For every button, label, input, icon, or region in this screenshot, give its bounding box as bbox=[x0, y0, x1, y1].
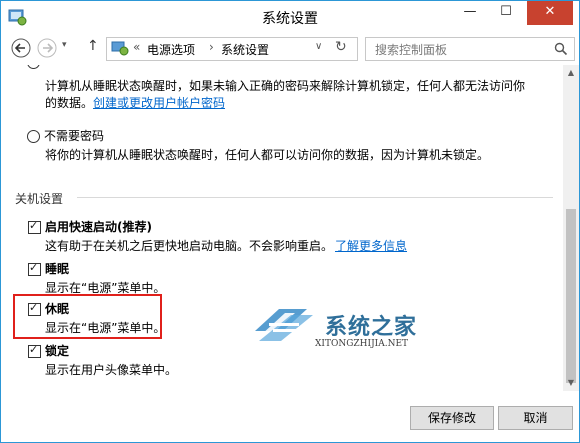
forward-button[interactable] bbox=[37, 38, 57, 58]
hibernate-label[interactable]: 休眠 bbox=[45, 300, 69, 317]
breadcrumb-system-settings[interactable]: 系统设置 bbox=[221, 41, 269, 58]
lock-checkbox[interactable]: ✓ bbox=[28, 343, 41, 358]
checkmark-icon: ✓ bbox=[29, 301, 39, 314]
sleep-label[interactable]: 睡眠 bbox=[45, 260, 69, 277]
watermark-english-text: XITONGZHIJIA.NET bbox=[315, 339, 409, 349]
fast-startup-checkbox[interactable]: ✓ bbox=[28, 219, 41, 234]
watermark-logo: 系统之家 XITONGZHIJIA.NET bbox=[251, 301, 451, 361]
shutdown-section-title: 关机设置 bbox=[15, 192, 64, 206]
search-icon[interactable] bbox=[554, 42, 568, 56]
section-divider bbox=[77, 197, 553, 198]
refresh-icon[interactable]: ↻ bbox=[335, 39, 347, 55]
fast-startup-label[interactable]: 启用快速启动(推荐) bbox=[45, 218, 152, 235]
watermark-chinese-text: 系统之家 bbox=[325, 315, 418, 340]
scroll-up-icon[interactable]: ▲ bbox=[566, 68, 576, 78]
address-bar[interactable]: « 电源选项 › 系统设置 ∨ ↻ bbox=[106, 37, 358, 61]
window: 系统设置 — ☐ ✕ ▾ ↑ « 电源选项 › 系统设置 ∨ ↻ 搜索控制面板 … bbox=[0, 0, 580, 443]
lock-description: 显示在用户头像菜单中。 bbox=[45, 363, 178, 377]
save-button[interactable]: 保存修改 bbox=[410, 406, 494, 430]
password-description-line1: 计算机从睡眠状态唤醒时，如果未输入正确的密码来解除计算机锁定，任何人都无法访问你 bbox=[45, 79, 526, 93]
up-button[interactable]: ↑ bbox=[87, 38, 99, 54]
no-password-radio[interactable] bbox=[27, 130, 40, 143]
breadcrumb-power-options[interactable]: 电源选项 bbox=[147, 41, 195, 58]
search-input[interactable]: 搜索控制面板 bbox=[365, 37, 575, 61]
hibernate-description: 显示在“电源”菜单中。 bbox=[45, 321, 166, 335]
scroll-thumb[interactable] bbox=[566, 209, 576, 383]
vertical-scrollbar[interactable]: ▲ ▼ bbox=[563, 65, 579, 391]
navigation-bar: ▾ ↑ « 电源选项 › 系统设置 ∨ ↻ 搜索控制面板 bbox=[1, 34, 579, 64]
checkmark-icon: ✓ bbox=[29, 343, 39, 356]
learn-more-link[interactable]: 了解更多信息 bbox=[335, 237, 407, 254]
checkmark-icon: ✓ bbox=[29, 261, 39, 274]
sleep-checkbox[interactable]: ✓ bbox=[28, 261, 41, 276]
lock-label[interactable]: 锁定 bbox=[45, 342, 69, 359]
overflow-icon[interactable]: « bbox=[133, 40, 140, 54]
fast-startup-description: 这有助于在关机之后更快地启动电脑。不会影响重启。 bbox=[45, 239, 334, 253]
breadcrumb-separator-icon[interactable]: › bbox=[209, 40, 214, 54]
scroll-down-icon[interactable]: ▼ bbox=[566, 378, 576, 388]
footer-bar: 保存修改 取消 bbox=[1, 391, 579, 442]
checkmark-icon: ✓ bbox=[29, 219, 39, 232]
no-password-label[interactable]: 不需要密码 bbox=[44, 127, 104, 144]
title-bar: 系统设置 — ☐ ✕ bbox=[1, 1, 579, 33]
maximize-button[interactable]: ☐ bbox=[489, 1, 523, 25]
minimize-button[interactable]: — bbox=[453, 1, 487, 25]
address-dropdown-icon[interactable]: ∨ bbox=[315, 41, 322, 52]
change-password-link[interactable]: 创建或更改用户帐户密码 bbox=[93, 94, 225, 111]
control-panel-icon bbox=[111, 41, 129, 56]
require-password-radio[interactable] bbox=[27, 65, 40, 69]
history-dropdown-icon[interactable]: ▾ bbox=[62, 40, 67, 50]
no-password-description: 将你的计算机从睡眠状态唤醒时，任何人都可以访问你的数据，因为计算机未锁定。 bbox=[45, 148, 490, 162]
close-button[interactable]: ✕ bbox=[527, 1, 573, 25]
back-button[interactable] bbox=[11, 38, 31, 58]
cancel-button[interactable]: 取消 bbox=[498, 406, 573, 430]
search-placeholder: 搜索控制面板 bbox=[375, 43, 448, 57]
password-description-line2: 的数据。 bbox=[45, 96, 94, 110]
hibernate-checkbox[interactable]: ✓ bbox=[28, 301, 41, 316]
